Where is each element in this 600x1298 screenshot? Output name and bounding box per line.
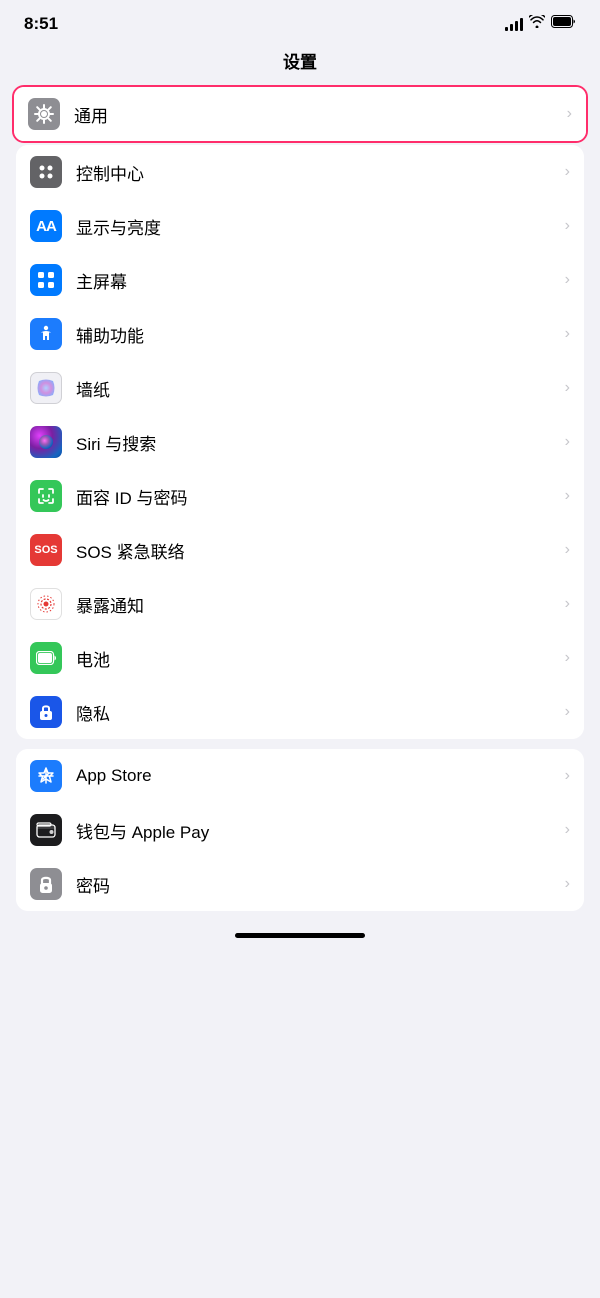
wallpaper-label: 墙纸 (76, 376, 561, 401)
exposure-icon (30, 588, 62, 620)
sos-label: SOS 紧急联络 (76, 538, 561, 563)
exposure-label: 暴露通知 (76, 592, 561, 617)
settings-item-general[interactable]: 通用 › (14, 87, 586, 141)
control-center-icon (30, 156, 62, 188)
signal-icon (505, 17, 523, 31)
settings-item-wallpaper[interactable]: 墙纸 › (16, 361, 584, 415)
display-chevron: › (565, 217, 570, 235)
accessibility-icon (30, 318, 62, 350)
settings-item-privacy[interactable]: 隐私 › (16, 685, 584, 739)
wallpaper-icon (30, 372, 62, 404)
accessibility-label: 辅助功能 (76, 322, 561, 347)
general-label: 通用 (74, 102, 563, 127)
homescreen-chevron: › (565, 271, 570, 289)
general-chevron: › (567, 105, 572, 123)
section-main: 控制中心 › AA 显示与亮度 › 主屏幕 › 辅助功能 (16, 145, 584, 739)
page-title: 设置 (0, 40, 600, 85)
password-label: 密码 (76, 872, 561, 897)
display-icon: AA (30, 210, 62, 242)
sos-icon: SOS (30, 534, 62, 566)
appstore-label: App Store (76, 766, 561, 786)
faceid-icon (30, 480, 62, 512)
settings-item-homescreen[interactable]: 主屏幕 › (16, 253, 584, 307)
siri-chevron: › (565, 433, 570, 451)
settings-item-exposure[interactable]: 暴露通知 › (16, 577, 584, 631)
home-indicator-area (0, 921, 600, 942)
homescreen-label: 主屏幕 (76, 268, 561, 293)
settings-item-sos[interactable]: SOS SOS 紧急联络 › (16, 523, 584, 577)
wallpaper-chevron: › (565, 379, 570, 397)
homescreen-icon (30, 264, 62, 296)
battery-label: 电池 (76, 646, 561, 671)
battery-settings-icon (30, 642, 62, 674)
settings-item-faceid[interactable]: 面容 ID 与密码 › (16, 469, 584, 523)
password-chevron: › (565, 875, 570, 893)
password-icon (30, 868, 62, 900)
privacy-chevron: › (565, 703, 570, 721)
settings-item-control-center[interactable]: 控制中心 › (16, 145, 584, 199)
status-time: 8:51 (24, 14, 58, 34)
battery-icon (551, 15, 576, 33)
control-center-chevron: › (565, 163, 570, 181)
appstore-chevron: › (565, 767, 570, 785)
settings-item-wallet[interactable]: 钱包与 Apple Pay › (16, 803, 584, 857)
settings-item-accessibility[interactable]: 辅助功能 › (16, 307, 584, 361)
section-general-highlighted: 通用 › (12, 85, 588, 143)
wifi-icon (529, 15, 545, 33)
siri-label: Siri 与搜索 (76, 430, 561, 455)
settings-item-appstore[interactable]: App Store › (16, 749, 584, 803)
siri-icon (30, 426, 62, 458)
settings-item-password[interactable]: 密码 › (16, 857, 584, 911)
wallet-label: 钱包与 Apple Pay (76, 818, 561, 843)
faceid-label: 面容 ID 与密码 (76, 484, 561, 509)
appstore-icon (30, 760, 62, 792)
faceid-chevron: › (565, 487, 570, 505)
privacy-label: 隐私 (76, 700, 561, 725)
settings-item-battery[interactable]: 电池 › (16, 631, 584, 685)
exposure-chevron: › (565, 595, 570, 613)
wallet-icon (30, 814, 62, 846)
accessibility-chevron: › (565, 325, 570, 343)
settings-item-display[interactable]: AA 显示与亮度 › (16, 199, 584, 253)
display-label: 显示与亮度 (76, 214, 561, 239)
settings-item-siri[interactable]: Siri 与搜索 › (16, 415, 584, 469)
section-apps: App Store › 钱包与 Apple Pay › 密码 › (16, 749, 584, 911)
home-bar (235, 933, 365, 938)
status-bar: 8:51 (0, 0, 600, 40)
control-center-label: 控制中心 (76, 160, 561, 185)
general-icon (28, 98, 60, 130)
status-icons (505, 15, 576, 33)
sos-chevron: › (565, 541, 570, 559)
wallet-chevron: › (565, 821, 570, 839)
privacy-icon (30, 696, 62, 728)
battery-chevron: › (565, 649, 570, 667)
